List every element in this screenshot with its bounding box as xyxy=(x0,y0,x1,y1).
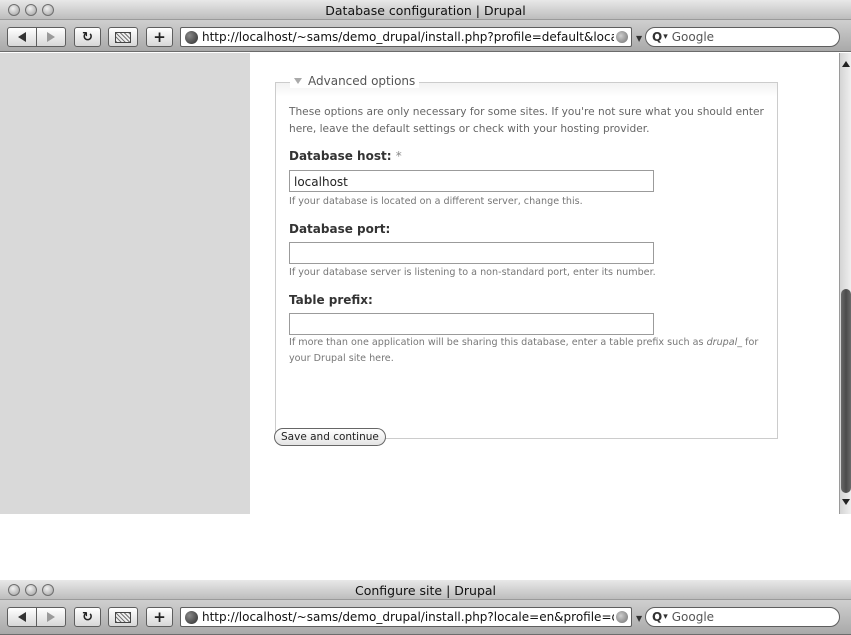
search-field-2[interactable]: Q ▾ Google xyxy=(645,607,840,627)
zoom-window-button[interactable] xyxy=(42,4,54,16)
scroll-up-arrow-icon[interactable] xyxy=(842,61,850,67)
collapse-triangle-icon[interactable] xyxy=(294,78,302,84)
reload-button[interactable]: ↻ xyxy=(74,27,101,47)
window-title-2: Configure site | Drupal xyxy=(354,583,497,598)
forward-arrow-icon xyxy=(46,32,55,42)
fieldset-description: These options are only necessary for som… xyxy=(289,106,764,135)
window-controls xyxy=(8,4,54,16)
database-port-input[interactable] xyxy=(289,242,654,264)
save-and-continue-button[interactable]: Save and continue xyxy=(274,428,386,446)
reload-icon: ↻ xyxy=(82,609,93,625)
browser-window-database-config: Database configuration | Drupal ↻ + http… xyxy=(0,0,851,514)
vertical-scrollbar[interactable] xyxy=(839,53,851,514)
plus-icon: + xyxy=(153,608,166,626)
back-button-2[interactable] xyxy=(7,607,37,627)
minimize-window-button-2[interactable] xyxy=(25,584,37,596)
address-text[interactable]: http://localhost/~sams/demo_drupal/insta… xyxy=(202,30,614,44)
snapback-button-2[interactable] xyxy=(108,607,138,627)
database-port-help: If your database server is listening to … xyxy=(289,267,656,278)
window-controls-2 xyxy=(8,584,54,596)
zoom-window-button-2[interactable] xyxy=(42,584,54,596)
search-dropdown-icon: ▾ xyxy=(663,32,668,42)
database-host-input[interactable]: localhost xyxy=(289,170,654,192)
back-button[interactable] xyxy=(7,27,37,47)
database-host-help: If your database is located on a differe… xyxy=(289,196,583,207)
search-placeholder-2: Google xyxy=(671,610,715,624)
close-window-button[interactable] xyxy=(8,4,20,16)
reload-icon: ↻ xyxy=(82,29,93,45)
page-content: Advanced options These options are only … xyxy=(0,53,851,514)
globe-icon xyxy=(185,30,198,44)
magnifier-icon: Q xyxy=(652,30,663,44)
snapback-icon xyxy=(115,611,131,623)
go-icon[interactable] xyxy=(616,611,628,623)
table-prefix-label: Table prefix: xyxy=(289,293,373,307)
address-bar[interactable]: http://localhost/~sams/demo_drupal/insta… xyxy=(180,27,632,47)
magnifier-icon: Q xyxy=(652,610,663,624)
database-host-label-text: Database host: xyxy=(289,149,392,163)
go-icon[interactable] xyxy=(616,31,628,43)
table-prefix-help-before: If more than one application will be sha… xyxy=(289,337,707,348)
browser-window-configure-site: Configure site | Drupal ↻ + http://local… xyxy=(0,580,851,635)
forward-button-2[interactable] xyxy=(36,607,66,627)
browser-toolbar: ↻ + http://localhost/~sams/demo_drupal/i… xyxy=(0,20,851,52)
table-prefix-input[interactable] xyxy=(289,313,654,335)
back-arrow-icon xyxy=(17,32,26,42)
add-bookmark-button-2[interactable]: + xyxy=(146,607,173,627)
window-title: Database configuration | Drupal xyxy=(325,3,526,18)
add-bookmark-button[interactable]: + xyxy=(146,27,173,47)
snapback-icon xyxy=(115,31,131,43)
left-sidebar xyxy=(0,53,250,514)
close-window-button-2[interactable] xyxy=(8,584,20,596)
required-marker: * xyxy=(395,149,402,163)
scrollbar-thumb[interactable] xyxy=(841,289,851,493)
search-field[interactable]: Q ▾ Google xyxy=(645,27,840,47)
reload-button-2[interactable]: ↻ xyxy=(74,607,101,627)
table-prefix-help: If more than one application will be sha… xyxy=(289,335,773,367)
nav-buttons xyxy=(7,27,66,47)
snapback-button[interactable] xyxy=(108,27,138,47)
search-dropdown-icon-2: ▾ xyxy=(663,612,668,622)
address-dropdown-icon[interactable]: ▼ xyxy=(636,34,642,43)
minimize-window-button[interactable] xyxy=(25,4,37,16)
advanced-options-legend[interactable]: Advanced options xyxy=(290,74,420,88)
address-bar-2[interactable]: http://localhost/~sams/demo_drupal/insta… xyxy=(180,607,632,627)
forward-button[interactable] xyxy=(36,27,66,47)
address-text-2[interactable]: http://localhost/~sams/demo_drupal/insta… xyxy=(202,610,614,624)
table-prefix-example: drupal_ xyxy=(706,337,743,348)
address-dropdown-icon-2[interactable]: ▼ xyxy=(636,614,642,623)
plus-icon: + xyxy=(153,28,166,46)
database-port-label: Database port: xyxy=(289,222,391,236)
database-host-label: Database host: * xyxy=(289,149,402,163)
nav-buttons-2 xyxy=(7,607,66,627)
scroll-down-arrow-icon[interactable] xyxy=(842,499,850,505)
legend-text[interactable]: Advanced options xyxy=(308,74,415,88)
forward-arrow-icon xyxy=(46,612,55,622)
globe-icon xyxy=(185,610,198,624)
title-bar: Database configuration | Drupal xyxy=(0,0,851,20)
search-placeholder: Google xyxy=(671,30,715,44)
back-arrow-icon xyxy=(17,612,26,622)
title-bar-2: Configure site | Drupal xyxy=(0,580,851,600)
browser-toolbar-2: ↻ + http://localhost/~sams/demo_drupal/i… xyxy=(0,600,851,635)
